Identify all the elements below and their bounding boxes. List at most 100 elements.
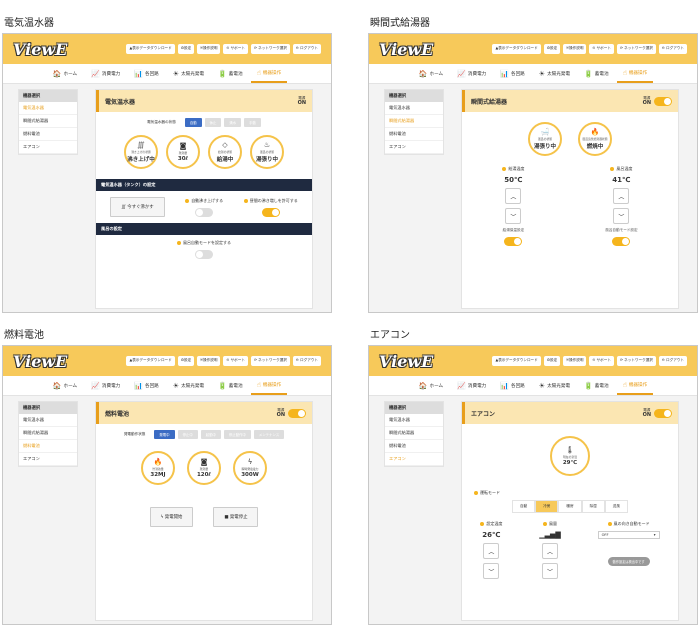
mode-button[interactable]: 冷房 — [535, 500, 559, 513]
header-button[interactable]: ⊖ ログアウト — [658, 44, 687, 54]
setting-toggle[interactable] — [612, 237, 631, 246]
header-button[interactable]: ▲表示データダウンロード — [492, 356, 541, 366]
nav-tab[interactable]: 🏠 ホーム — [47, 64, 83, 83]
header-button[interactable]: ▲表示データダウンロード — [492, 44, 541, 54]
header-button[interactable]: ⟳ ネットワーク選択 — [250, 44, 290, 54]
header-button[interactable]: 🗎操作説明 — [197, 44, 221, 54]
down-arrow-icon[interactable]: ﹀ — [613, 208, 630, 224]
nav-tab[interactable]: 📊 各回路 — [128, 64, 165, 83]
mode-button[interactable]: 送風 — [604, 500, 628, 513]
nav-tab[interactable]: ☀ 太陽光発電 — [533, 376, 576, 395]
header-button[interactable]: ▲表示データダウンロード — [126, 356, 175, 366]
nav-tab[interactable]: ☝ 機器操作 — [616, 64, 654, 83]
header-button[interactable]: ⚙設定 — [177, 44, 195, 54]
header-button[interactable]: 🗎操作説明 — [197, 356, 221, 366]
mode-button[interactable]: 暖房 — [558, 500, 582, 513]
header-button[interactable]: ⊖ ログアウト — [658, 356, 687, 366]
header-button[interactable]: 🗎操作説明 — [563, 44, 587, 54]
mode-button[interactable]: 除湿 — [581, 500, 605, 513]
nav-tab[interactable]: 📈 消費電力 — [451, 376, 492, 395]
down-arrow-icon[interactable]: ﹀ — [541, 563, 558, 579]
header-button[interactable]: ⊙ サポート — [589, 356, 614, 366]
nav-tab[interactable]: 📊 各回路 — [494, 64, 531, 83]
nav-tab[interactable]: 🔋 蓄電池 — [212, 376, 249, 395]
daytime-boil-toggle[interactable] — [261, 207, 280, 217]
wind-dir-select[interactable]: OFF ▾ — [597, 531, 660, 539]
sidebar-item[interactable]: 瞬間式給湯器 — [19, 427, 77, 440]
power-toggle[interactable] — [288, 408, 306, 418]
nav-tab[interactable]: 🔋 蓄電池 — [578, 64, 615, 83]
up-arrow-icon[interactable]: ︿ — [505, 188, 522, 204]
down-arrow-icon[interactable]: ﹀ — [483, 563, 500, 579]
nav-tab[interactable]: 📊 各回路 — [128, 376, 165, 395]
power-toggle[interactable] — [654, 96, 672, 106]
nav-tab[interactable]: 🏠 ホーム — [413, 64, 449, 83]
up-arrow-icon[interactable]: ︿ — [613, 188, 630, 204]
nav-tab[interactable]: 🔋 蓄電池 — [212, 64, 249, 83]
state-segment[interactable]: 停止中 — [177, 430, 198, 439]
sidebar-item[interactable]: エアコン — [385, 453, 443, 466]
sidebar-item[interactable]: 瞬間式給湯器 — [385, 115, 443, 128]
up-arrow-icon[interactable]: ︿ — [541, 543, 558, 559]
header-button[interactable]: ▲表示データダウンロード — [126, 44, 175, 54]
header-button[interactable]: ⚙設定 — [543, 44, 561, 54]
sidebar-item[interactable]: 燃料電池 — [385, 440, 443, 453]
sidebar-item[interactable]: 電気温水器 — [385, 414, 443, 427]
header-button[interactable]: ⊖ ログアウト — [292, 356, 321, 366]
state-segment[interactable]: 満水 — [224, 118, 242, 127]
nav-tab[interactable]: 🏠 ホーム — [413, 376, 449, 395]
sidebar-item[interactable]: 電気温水器 — [19, 414, 77, 427]
nav-tab[interactable]: ☀ 太陽光発電 — [167, 376, 210, 395]
state-segment[interactable]: 起動中 — [200, 430, 221, 439]
header-button[interactable]: ⊖ ログアウト — [292, 44, 321, 54]
down-arrow-icon[interactable]: ﹀ — [505, 208, 522, 224]
state-segment[interactable]: 発電中 — [154, 430, 175, 439]
header-button[interactable]: ⚙設定 — [177, 356, 195, 366]
power-toggle[interactable] — [654, 408, 672, 418]
nav-tab[interactable]: 🔋 蓄電池 — [578, 376, 615, 395]
header-button[interactable]: ⟳ ネットワーク選択 — [616, 44, 656, 54]
start-generation-button[interactable]: ϟ 発電開始 — [149, 507, 194, 527]
sidebar-item[interactable]: 燃料電池 — [19, 128, 77, 141]
state-segment[interactable]: 自動 — [184, 118, 202, 127]
boil-now-button[interactable]: ∭ 今すぐ沸かす — [110, 197, 165, 217]
header-button[interactable]: ⊙ サポート — [223, 44, 248, 54]
bath-auto-toggle[interactable] — [195, 250, 213, 259]
sidebar-item[interactable]: 電気温水器 — [385, 102, 443, 115]
setting-toggle[interactable] — [504, 237, 523, 246]
nav-tab[interactable]: 📊 各回路 — [494, 376, 531, 395]
nav-tab[interactable]: ☝ 機器操作 — [616, 376, 654, 395]
nav-tab[interactable]: ☝ 機器操作 — [250, 64, 288, 83]
sidebar-item[interactable]: 燃料電池 — [385, 128, 443, 141]
state-segment[interactable]: 停止動作中 — [223, 430, 251, 439]
sidebar-item[interactable]: エアコン — [19, 141, 77, 154]
auto-boil-toggle[interactable] — [195, 207, 214, 217]
sidebar-item[interactable]: エアコン — [385, 141, 443, 154]
nav-tab[interactable]: ☀ 太陽光発電 — [533, 64, 576, 83]
sidebar-item[interactable]: 燃料電池 — [19, 440, 77, 453]
nav-tab[interactable]: ☀ 太陽光発電 — [167, 64, 210, 83]
nav-label: 蓄電池 — [594, 71, 609, 77]
sidebar-item[interactable]: エアコン — [19, 453, 77, 466]
state-segment[interactable]: メンテナンス — [253, 430, 285, 439]
header-button[interactable]: ⚙設定 — [543, 356, 561, 366]
state-segment[interactable]: 休止 — [204, 118, 222, 127]
state-segment[interactable]: 手動 — [244, 118, 261, 127]
header-button[interactable]: ⟳ ネットワーク選択 — [616, 356, 656, 366]
header-button[interactable]: 🗎操作説明 — [563, 356, 587, 366]
nav-tab[interactable]: ☝ 機器操作 — [250, 376, 288, 395]
stop-generation-button[interactable]: ■ 発電停止 — [213, 507, 259, 527]
sidebar-item[interactable]: 電気温水器 — [19, 102, 77, 115]
up-arrow-icon[interactable]: ︿ — [483, 543, 500, 559]
nav-tab[interactable]: 📈 消費電力 — [451, 64, 492, 83]
nav-tab[interactable]: 📈 消費電力 — [85, 376, 126, 395]
nav-tab[interactable]: 🏠 ホーム — [47, 376, 83, 395]
nav-icon: 📊 — [134, 381, 143, 390]
sidebar-item[interactable]: 瞬間式給湯器 — [385, 427, 443, 440]
mode-button[interactable]: 自動 — [512, 500, 536, 513]
header-button[interactable]: ⊙ サポート — [223, 356, 248, 366]
header-button[interactable]: ⟳ ネットワーク選択 — [250, 356, 290, 366]
nav-tab[interactable]: 📈 消費電力 — [85, 64, 126, 83]
sidebar-item[interactable]: 瞬間式給湯器 — [19, 115, 77, 128]
header-button[interactable]: ⊙ サポート — [589, 44, 614, 54]
